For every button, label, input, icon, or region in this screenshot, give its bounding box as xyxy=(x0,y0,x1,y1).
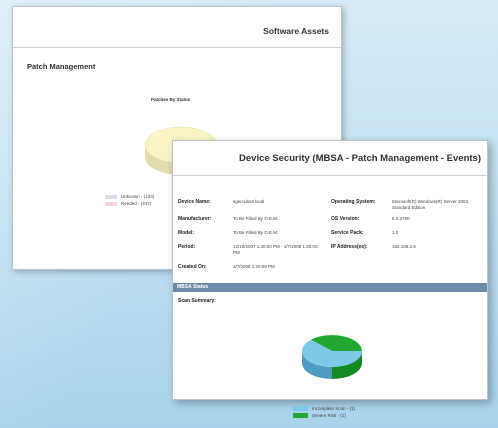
created-on-value: 1/7/2008 1:20:09 PM xyxy=(233,264,275,269)
legend-item: Unknown - (133) xyxy=(105,193,154,200)
section-heading: Patch Management xyxy=(27,62,96,71)
legend-label: Needed - (447) xyxy=(121,201,152,206)
legend-label: Severe Risk - (1) xyxy=(312,413,346,418)
legend-item: Incomplete Scan - (1) xyxy=(293,405,355,412)
legend-item: Needed - (447) xyxy=(105,200,154,207)
legend-label: Unknown - (133) xyxy=(121,194,155,199)
created-on-label: Created On: xyxy=(178,264,207,270)
mbsa-status-header: MBSA Status xyxy=(173,283,487,292)
device-name-label: Device Name: xyxy=(178,199,211,205)
service-pack-label: Service Pack: xyxy=(331,230,364,236)
divider xyxy=(13,47,341,48)
scan-summary-pie-chart xyxy=(302,335,362,379)
model-label: Model: xyxy=(178,230,195,236)
ip-address-value: 192.168.2.6 xyxy=(392,244,416,249)
legend-swatch xyxy=(293,406,308,411)
manufacturer-value: To Be Filled By O.E.M. xyxy=(233,216,279,221)
model-value: To Be Filled By O.E.M. xyxy=(233,230,279,235)
scan-summary-label: Scan Summary: xyxy=(178,298,216,304)
report-title: Software Assets xyxy=(263,26,329,36)
os-version-label: OS Version: xyxy=(331,216,360,222)
device-name-value: tigercubs3.local xyxy=(233,199,265,204)
legend-swatch xyxy=(105,201,117,206)
ip-address-label: IP Address(es): xyxy=(331,244,368,250)
device-security-report: Device Security (MBSA - Patch Management… xyxy=(172,140,488,418)
os-value: Microsoft(R) Windows(R) Server 2003, Sta… xyxy=(392,199,470,210)
period-value: 12/19/2007 1:20:00 PM - 1/7/2008 1:20:00… xyxy=(233,244,318,255)
legend-item: Severe Risk - (1) xyxy=(293,412,355,419)
legend-swatch xyxy=(105,194,117,199)
legend-label: Incomplete Scan - (1) xyxy=(312,406,356,411)
divider xyxy=(173,175,487,176)
os-label: Operating System: xyxy=(331,199,376,205)
period-label: Period: xyxy=(178,244,196,250)
service-pack-value: 1.0 xyxy=(392,230,399,235)
os-version-value: 5.2.3790 xyxy=(392,216,410,221)
chart-title: Patches By Status xyxy=(151,97,191,102)
legend-swatch xyxy=(293,413,308,418)
manufacturer-label: Manufacturer: xyxy=(178,216,212,222)
chart-legend: Incomplete Scan - (1) Severe Risk - (1) xyxy=(293,405,355,419)
report-title: Device Security (MBSA - Patch Management… xyxy=(239,153,481,164)
chart-legend: Unknown - (133) Needed - (447) xyxy=(105,193,154,207)
